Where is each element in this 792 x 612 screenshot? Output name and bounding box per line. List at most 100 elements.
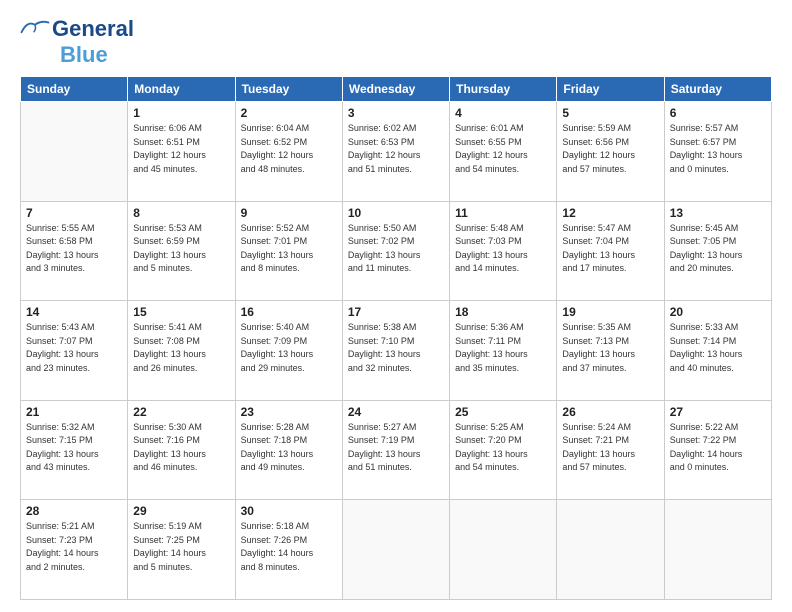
day-number: 18 bbox=[455, 305, 551, 319]
header-day-friday: Friday bbox=[557, 77, 664, 102]
calendar-cell: 12 Sunrise: 5:47 AM Sunset: 7:04 PM Dayli… bbox=[557, 201, 664, 301]
day-info: Sunrise: 5:33 AM Sunset: 7:14 PM Dayligh… bbox=[670, 321, 766, 375]
header-day-tuesday: Tuesday bbox=[235, 77, 342, 102]
day-info: Sunrise: 5:41 AM Sunset: 7:08 PM Dayligh… bbox=[133, 321, 229, 375]
calendar-cell: 30Sunrise: 5:18 AM Sunset: 7:26 PM Dayli… bbox=[235, 500, 342, 600]
calendar-header-row: SundayMondayTuesdayWednesdayThursdayFrid… bbox=[21, 77, 772, 102]
day-info: Sunrise: 5:59 AM Sunset: 6:56 PM Dayligh… bbox=[562, 122, 658, 176]
day-number: 11 bbox=[455, 206, 551, 220]
day-info: Sunrise: 5:28 AM Sunset: 7:18 PM Dayligh… bbox=[241, 421, 337, 475]
day-number: 22 bbox=[133, 405, 229, 419]
calendar-cell: 4 Sunrise: 6:01 AM Sunset: 6:55 PM Daylig… bbox=[450, 102, 557, 202]
header-day-sunday: Sunday bbox=[21, 77, 128, 102]
day-number: 17 bbox=[348, 305, 444, 319]
day-info: Sunrise: 5:18 AM Sunset: 7:26 PM Dayligh… bbox=[241, 520, 337, 574]
calendar-cell: 3 Sunrise: 6:02 AM Sunset: 6:53 PM Daylig… bbox=[342, 102, 449, 202]
day-number: 8 bbox=[133, 206, 229, 220]
day-number: 27 bbox=[670, 405, 766, 419]
week-row-4: 21Sunrise: 5:32 AM Sunset: 7:15 PM Dayli… bbox=[21, 400, 772, 500]
header-day-monday: Monday bbox=[128, 77, 235, 102]
calendar-cell: 6 Sunrise: 5:57 AM Sunset: 6:57 PM Daylig… bbox=[664, 102, 771, 202]
day-number: 29 bbox=[133, 504, 229, 518]
calendar-cell: 19 Sunrise: 5:35 AM Sunset: 7:13 PM Dayli… bbox=[557, 301, 664, 401]
calendar-cell: 17 Sunrise: 5:38 AM Sunset: 7:10 PM Dayli… bbox=[342, 301, 449, 401]
day-number: 7 bbox=[26, 206, 122, 220]
day-info: Sunrise: 5:38 AM Sunset: 7:10 PM Dayligh… bbox=[348, 321, 444, 375]
calendar-cell bbox=[342, 500, 449, 600]
calendar-cell: 5 Sunrise: 5:59 AM Sunset: 6:56 PM Daylig… bbox=[557, 102, 664, 202]
calendar-cell: 10Sunrise: 5:50 AM Sunset: 7:02 PM Dayli… bbox=[342, 201, 449, 301]
header-day-saturday: Saturday bbox=[664, 77, 771, 102]
day-info: Sunrise: 5:45 AM Sunset: 7:05 PM Dayligh… bbox=[670, 222, 766, 276]
calendar-cell: 2Sunrise: 6:04 AM Sunset: 6:52 PM Daylig… bbox=[235, 102, 342, 202]
day-number: 16 bbox=[241, 305, 337, 319]
day-info: Sunrise: 6:06 AM Sunset: 6:51 PM Dayligh… bbox=[133, 122, 229, 176]
calendar-cell: 28 Sunrise: 5:21 AM Sunset: 7:23 PM Dayli… bbox=[21, 500, 128, 600]
calendar-cell: 14 Sunrise: 5:43 AM Sunset: 7:07 PM Dayli… bbox=[21, 301, 128, 401]
day-number: 19 bbox=[562, 305, 658, 319]
day-info: Sunrise: 5:24 AM Sunset: 7:21 PM Dayligh… bbox=[562, 421, 658, 475]
week-row-2: 7 Sunrise: 5:55 AM Sunset: 6:58 PM Daylig… bbox=[21, 201, 772, 301]
header-day-wednesday: Wednesday bbox=[342, 77, 449, 102]
day-info: Sunrise: 6:02 AM Sunset: 6:53 PM Dayligh… bbox=[348, 122, 444, 176]
day-number: 9 bbox=[241, 206, 337, 220]
logo-text-blue: Blue bbox=[60, 42, 108, 68]
day-info: Sunrise: 5:53 AM Sunset: 6:59 PM Dayligh… bbox=[133, 222, 229, 276]
day-info: Sunrise: 5:22 AM Sunset: 7:22 PM Dayligh… bbox=[670, 421, 766, 475]
calendar-cell: 18 Sunrise: 5:36 AM Sunset: 7:11 PM Dayli… bbox=[450, 301, 557, 401]
day-info: Sunrise: 5:21 AM Sunset: 7:23 PM Dayligh… bbox=[26, 520, 122, 574]
day-info: Sunrise: 5:35 AM Sunset: 7:13 PM Dayligh… bbox=[562, 321, 658, 375]
calendar-cell bbox=[450, 500, 557, 600]
calendar-cell: 9 Sunrise: 5:52 AM Sunset: 7:01 PM Daylig… bbox=[235, 201, 342, 301]
day-number: 6 bbox=[670, 106, 766, 120]
calendar-cell: 11 Sunrise: 5:48 AM Sunset: 7:03 PM Dayli… bbox=[450, 201, 557, 301]
week-row-3: 14 Sunrise: 5:43 AM Sunset: 7:07 PM Dayli… bbox=[21, 301, 772, 401]
day-info: Sunrise: 5:30 AM Sunset: 7:16 PM Dayligh… bbox=[133, 421, 229, 475]
day-info: Sunrise: 5:48 AM Sunset: 7:03 PM Dayligh… bbox=[455, 222, 551, 276]
calendar-cell bbox=[557, 500, 664, 600]
page: General Blue SundayMondayTuesdayWednesda… bbox=[0, 0, 792, 612]
calendar-cell: 23 Sunrise: 5:28 AM Sunset: 7:18 PM Dayli… bbox=[235, 400, 342, 500]
calendar-cell bbox=[664, 500, 771, 600]
calendar-cell: 1 Sunrise: 6:06 AM Sunset: 6:51 PM Daylig… bbox=[128, 102, 235, 202]
day-number: 5 bbox=[562, 106, 658, 120]
day-number: 23 bbox=[241, 405, 337, 419]
day-info: Sunrise: 6:01 AM Sunset: 6:55 PM Dayligh… bbox=[455, 122, 551, 176]
day-info: Sunrise: 5:57 AM Sunset: 6:57 PM Dayligh… bbox=[670, 122, 766, 176]
day-number: 20 bbox=[670, 305, 766, 319]
day-info: Sunrise: 5:25 AM Sunset: 7:20 PM Dayligh… bbox=[455, 421, 551, 475]
calendar-cell: 8 Sunrise: 5:53 AM Sunset: 6:59 PM Daylig… bbox=[128, 201, 235, 301]
calendar-cell: 26Sunrise: 5:24 AM Sunset: 7:21 PM Dayli… bbox=[557, 400, 664, 500]
day-number: 24 bbox=[348, 405, 444, 419]
calendar-cell: 25 Sunrise: 5:25 AM Sunset: 7:20 PM Dayli… bbox=[450, 400, 557, 500]
day-info: Sunrise: 5:40 AM Sunset: 7:09 PM Dayligh… bbox=[241, 321, 337, 375]
day-number: 14 bbox=[26, 305, 122, 319]
day-info: Sunrise: 5:52 AM Sunset: 7:01 PM Dayligh… bbox=[241, 222, 337, 276]
calendar-table: SundayMondayTuesdayWednesdayThursdayFrid… bbox=[20, 76, 772, 600]
day-info: Sunrise: 5:43 AM Sunset: 7:07 PM Dayligh… bbox=[26, 321, 122, 375]
day-info: Sunrise: 5:47 AM Sunset: 7:04 PM Dayligh… bbox=[562, 222, 658, 276]
day-number: 12 bbox=[562, 206, 658, 220]
logo-text-general: General bbox=[52, 16, 134, 42]
day-number: 10 bbox=[348, 206, 444, 220]
day-info: Sunrise: 5:55 AM Sunset: 6:58 PM Dayligh… bbox=[26, 222, 122, 276]
day-number: 1 bbox=[133, 106, 229, 120]
day-number: 25 bbox=[455, 405, 551, 419]
calendar-cell: 16 Sunrise: 5:40 AM Sunset: 7:09 PM Dayli… bbox=[235, 301, 342, 401]
logo: General Blue bbox=[20, 16, 134, 68]
week-row-5: 28 Sunrise: 5:21 AM Sunset: 7:23 PM Dayli… bbox=[21, 500, 772, 600]
day-info: Sunrise: 6:04 AM Sunset: 6:52 PM Dayligh… bbox=[241, 122, 337, 176]
day-number: 28 bbox=[26, 504, 122, 518]
calendar-cell: 27 Sunrise: 5:22 AM Sunset: 7:22 PM Dayli… bbox=[664, 400, 771, 500]
calendar-cell: 22 Sunrise: 5:30 AM Sunset: 7:16 PM Dayli… bbox=[128, 400, 235, 500]
day-number: 3 bbox=[348, 106, 444, 120]
day-info: Sunrise: 5:36 AM Sunset: 7:11 PM Dayligh… bbox=[455, 321, 551, 375]
calendar-cell: 24 Sunrise: 5:27 AM Sunset: 7:19 PM Dayli… bbox=[342, 400, 449, 500]
day-number: 4 bbox=[455, 106, 551, 120]
day-info: Sunrise: 5:27 AM Sunset: 7:19 PM Dayligh… bbox=[348, 421, 444, 475]
day-number: 15 bbox=[133, 305, 229, 319]
week-row-1: 1 Sunrise: 6:06 AM Sunset: 6:51 PM Daylig… bbox=[21, 102, 772, 202]
header-day-thursday: Thursday bbox=[450, 77, 557, 102]
calendar-cell bbox=[21, 102, 128, 202]
calendar-cell: 21Sunrise: 5:32 AM Sunset: 7:15 PM Dayli… bbox=[21, 400, 128, 500]
